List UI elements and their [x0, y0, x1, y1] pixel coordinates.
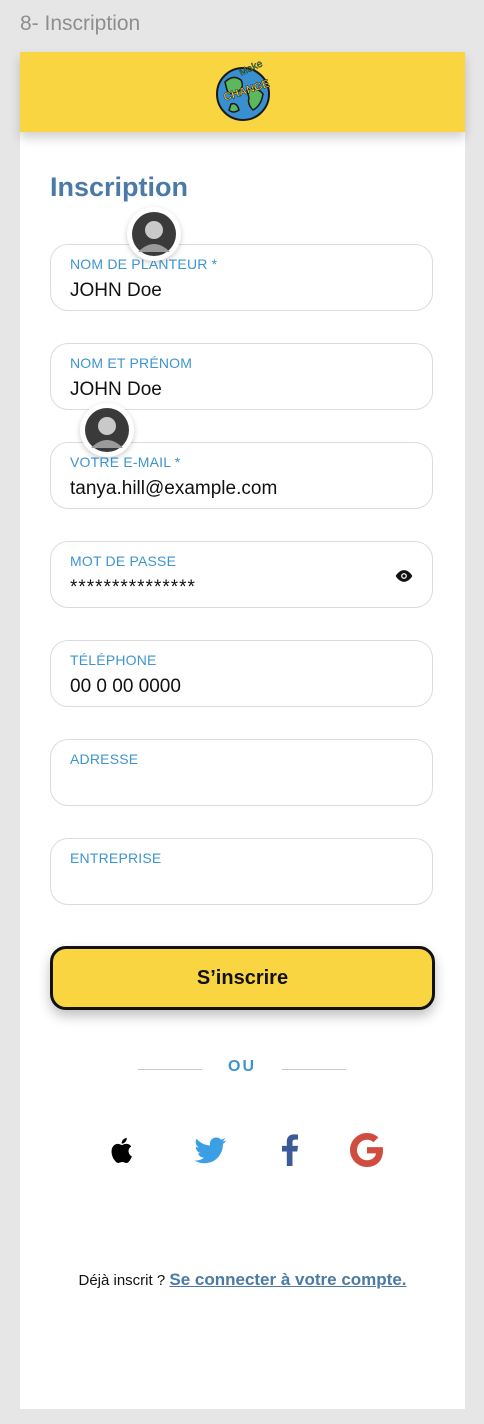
- password-value[interactable]: ***************: [70, 577, 196, 599]
- google-icon[interactable]: [347, 1130, 387, 1170]
- planter-name-value[interactable]: JOHN Doe: [70, 280, 162, 302]
- apple-icon[interactable]: [102, 1130, 142, 1170]
- collaborator-avatar: [127, 207, 181, 261]
- login-prompt-text: Déjà inscrit ?: [78, 1272, 170, 1289]
- phone-label: TÉLÉPHONE: [70, 652, 157, 668]
- login-prompt: Déjà inscrit ? Se connecter à votre comp…: [20, 1270, 465, 1290]
- password-label: MOT DE PASSE: [70, 553, 177, 569]
- divider-line: [138, 1069, 202, 1070]
- password-field[interactable]: MOT DE PASSE ***************: [50, 541, 433, 608]
- twitter-icon[interactable]: [190, 1130, 230, 1170]
- address-field[interactable]: ADRESSE: [50, 739, 433, 806]
- company-label: ENTREPRISE: [70, 850, 162, 866]
- full-name-label: NOM ET PRÉNOM: [70, 355, 193, 371]
- login-link[interactable]: Se connecter à votre compte.: [169, 1270, 406, 1289]
- email-label: VOTRE E-MAIL *: [70, 454, 181, 470]
- email-value[interactable]: tanya.hill@example.com: [70, 478, 277, 500]
- planter-name-field[interactable]: NOM DE PLANTEUR * JOHN Doe: [50, 244, 433, 311]
- full-name-value[interactable]: JOHN Doe: [70, 379, 162, 401]
- divider-line: [282, 1069, 346, 1070]
- address-label: ADRESSE: [70, 751, 139, 767]
- signup-screen: Make CHANGE Inscription NOM DE PLANTEUR …: [20, 52, 465, 1409]
- full-name-field[interactable]: NOM ET PRÉNOM JOHN Doe: [50, 343, 433, 410]
- show-password-icon[interactable]: [394, 566, 414, 586]
- phone-field[interactable]: TÉLÉPHONE 00 0 00 0000: [50, 640, 433, 707]
- or-divider-text: OU: [228, 1058, 256, 1075]
- frame-title: 8- Inscription: [20, 12, 141, 35]
- app-header: Make CHANGE: [20, 52, 465, 132]
- collaborator-avatar: [80, 403, 134, 457]
- page-title: Inscription: [50, 172, 189, 202]
- signup-button[interactable]: S’inscrire: [50, 946, 435, 1010]
- facebook-icon[interactable]: [270, 1130, 310, 1170]
- phone-value[interactable]: 00 0 00 0000: [70, 676, 181, 698]
- make-change-logo: Make CHANGE: [216, 60, 271, 121]
- company-field[interactable]: ENTREPRISE: [50, 838, 433, 905]
